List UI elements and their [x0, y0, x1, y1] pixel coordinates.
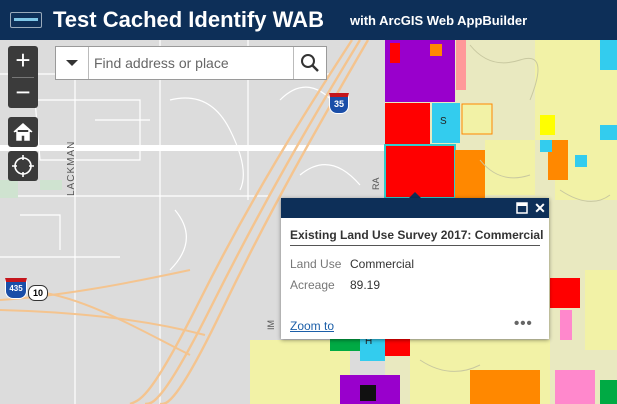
interstate-35-shield: 35 [329, 93, 349, 114]
street-label-ra: RA [371, 177, 381, 190]
popup-divider [290, 245, 540, 246]
chevron-down-icon [66, 60, 78, 66]
attr-label-acreage: Acreage [290, 278, 335, 292]
search-widget [55, 46, 327, 80]
popup-header: ✕ [281, 198, 549, 218]
app-logo-icon [10, 12, 42, 28]
street-label-lackman: LACKMAN [66, 140, 77, 196]
attr-label-land-use: Land Use [290, 257, 342, 271]
search-icon [301, 54, 319, 72]
search-button[interactable] [293, 47, 326, 79]
maximize-icon[interactable] [516, 202, 528, 214]
home-icon [13, 122, 33, 141]
popup-title: Existing Land Use Survey 2017: Commercia… [290, 228, 544, 242]
interstate-435-label: 435 [9, 284, 23, 293]
route-10-label: 10 [32, 288, 43, 298]
zoom-out-button[interactable]: − [8, 78, 38, 108]
attr-value-acreage: 89.19 [350, 278, 381, 292]
zoom-in-button[interactable]: + [8, 46, 38, 76]
search-input[interactable] [90, 52, 296, 74]
home-button[interactable] [8, 117, 38, 147]
search-source-dropdown[interactable] [56, 47, 89, 79]
locate-crosshair-icon [12, 155, 34, 177]
attr-value-land-use: Commercial [350, 257, 415, 271]
app-header: Test Cached Identify WAB with ArcGIS Web… [0, 0, 617, 40]
street-label-im: IM [266, 320, 276, 330]
zoom-to-link[interactable]: Zoom to [290, 319, 334, 333]
route-10-shield: 10 [28, 285, 48, 301]
locate-button[interactable] [8, 151, 38, 181]
app-title: Test Cached Identify WAB [53, 7, 324, 32]
svg-text:S: S [440, 116, 447, 127]
app-subtitle: with ArcGIS Web AppBuilder [350, 13, 528, 28]
interstate-35-label: 35 [333, 99, 344, 109]
identify-popup: ✕ Existing Land Use Survey 2017: Commerc… [281, 198, 549, 339]
more-actions-button[interactable]: ••• [514, 315, 533, 332]
interstate-435-shield: 435 [5, 278, 27, 299]
zoom-control: + − [8, 46, 38, 108]
popup-close-button[interactable]: ✕ [533, 199, 547, 217]
